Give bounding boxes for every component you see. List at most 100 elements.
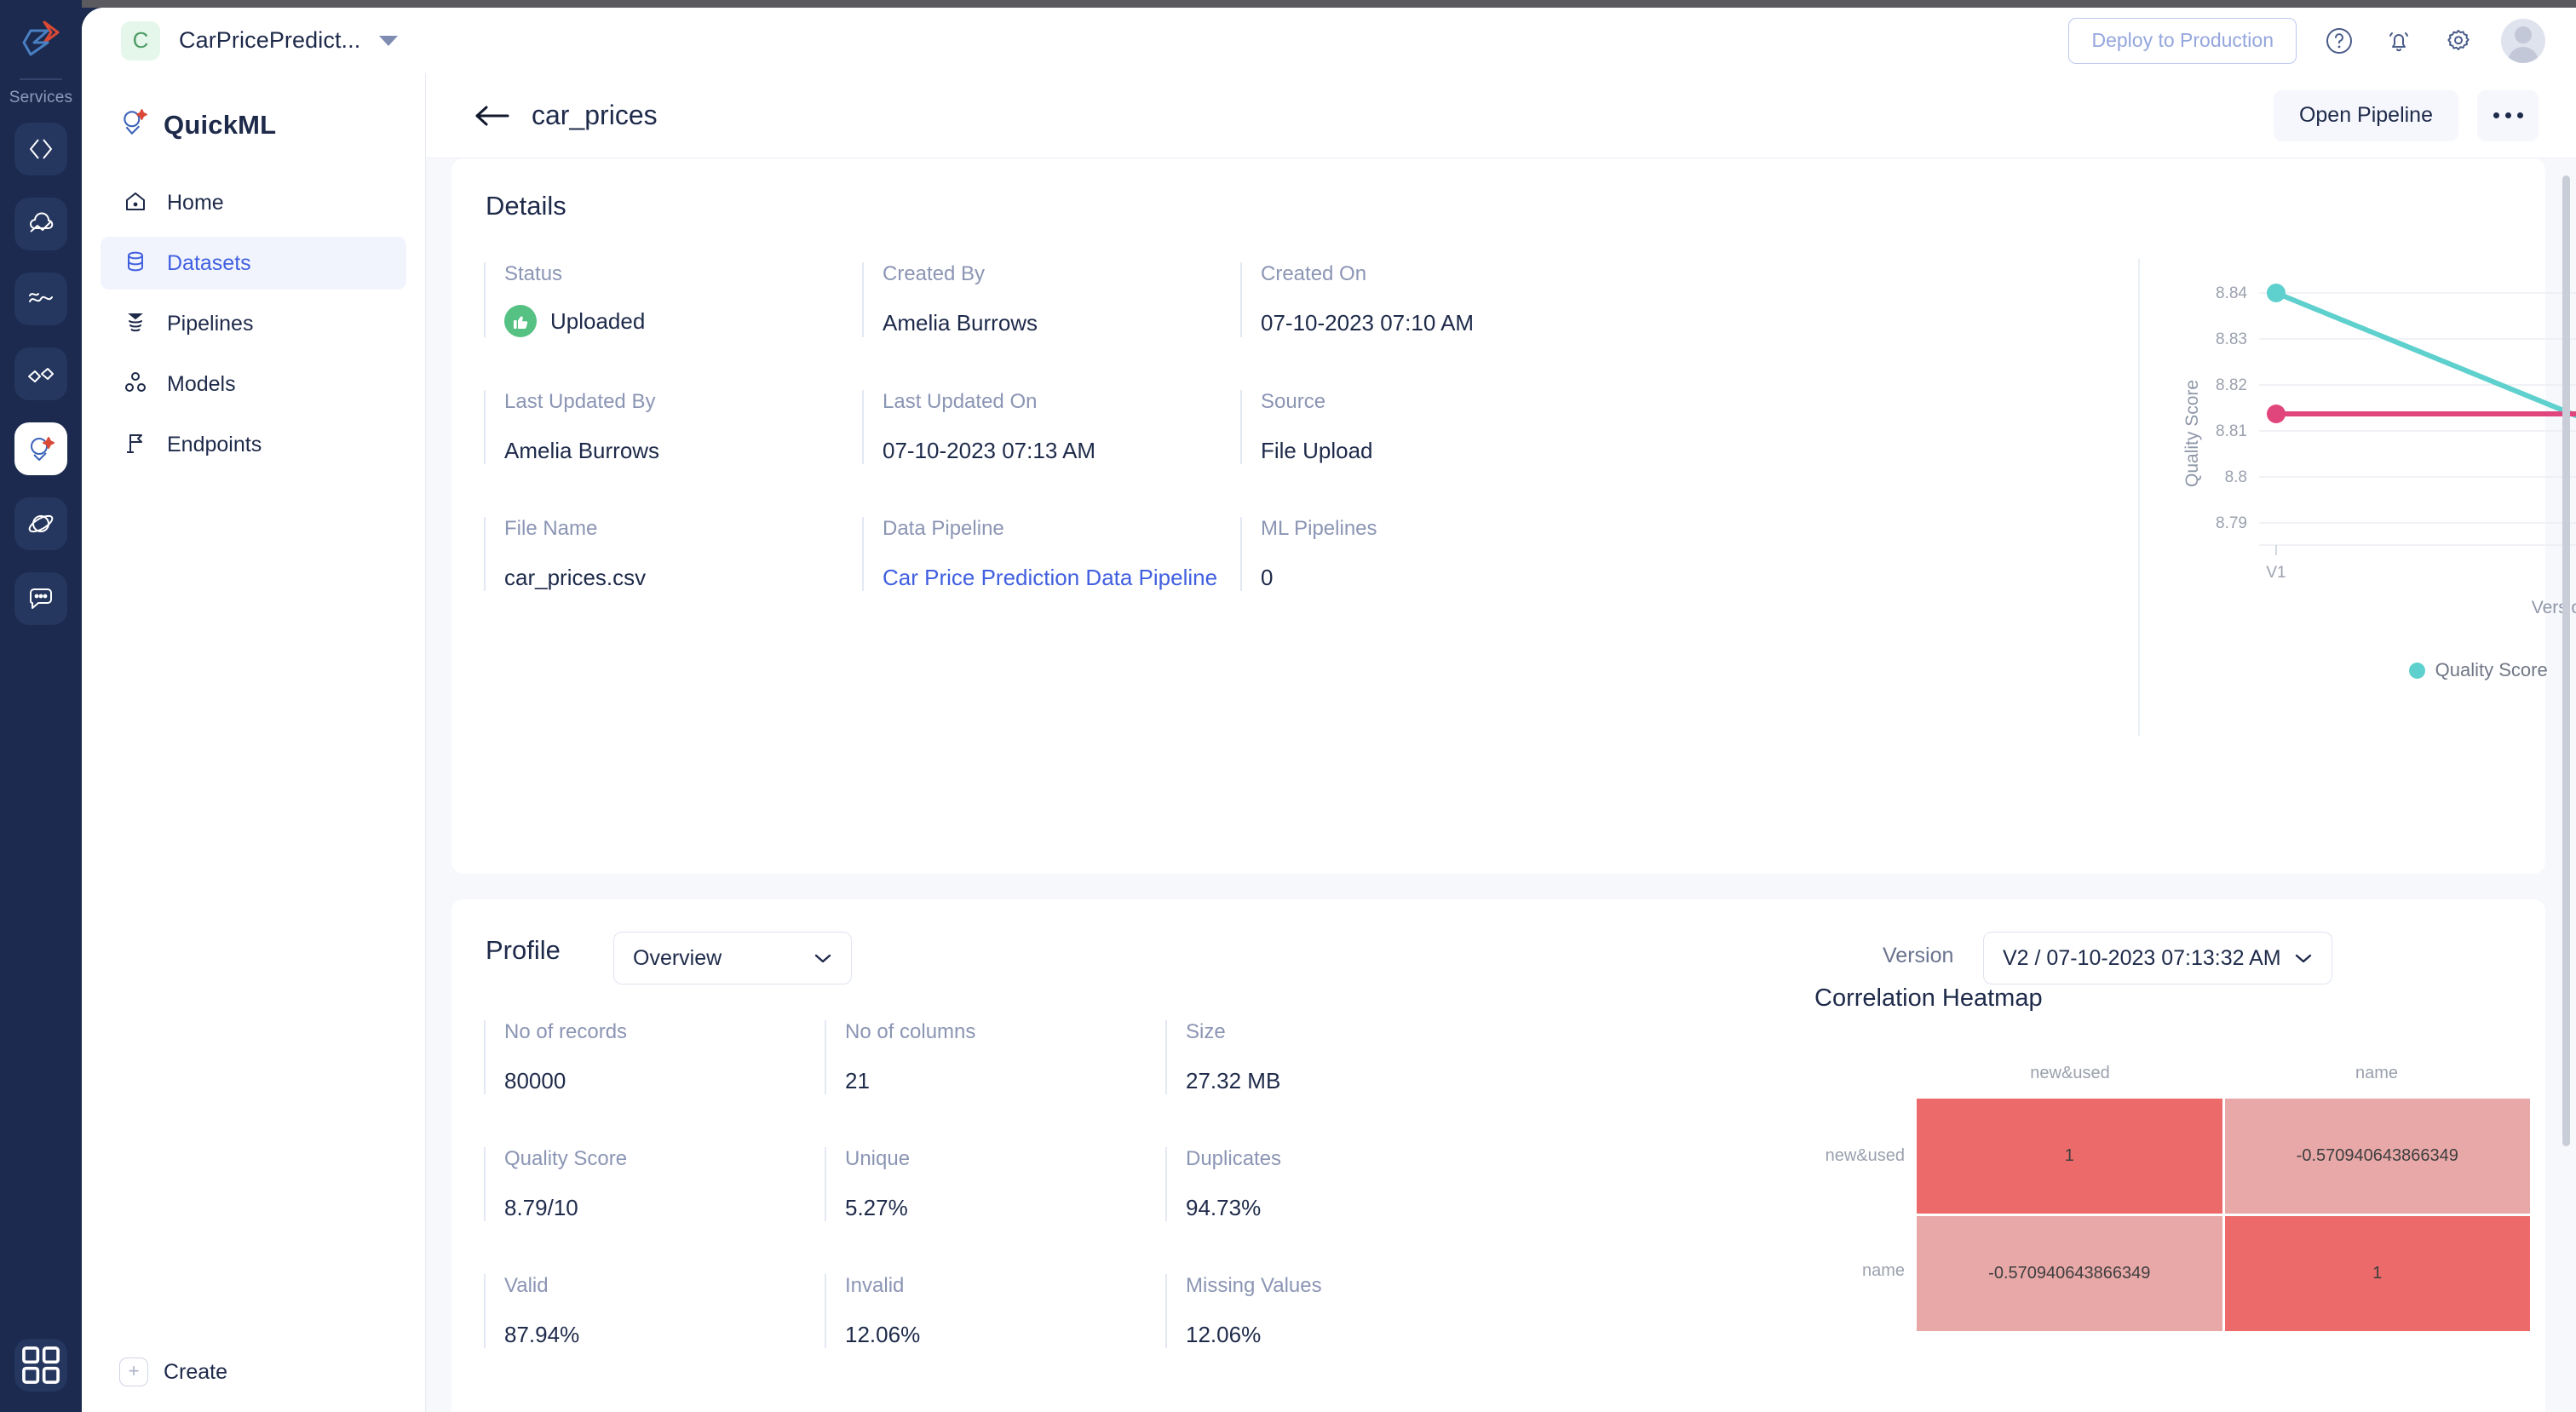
heatmap-cell[interactable]: 1 [1917, 1099, 2222, 1214]
chart-x-axis-label: Versions [2531, 598, 2576, 617]
detail-value: File Upload [1261, 438, 1373, 463]
stat-value: 5.27% [845, 1195, 908, 1220]
page-header-actions: Open Pipeline [2273, 89, 2539, 141]
heatmap-body: new&used name 1 -0.570940643866349 -0.57… [1814, 1099, 2530, 1334]
detail-value: Amelia Burrows [504, 438, 660, 463]
flow-service-icon[interactable] [14, 273, 67, 325]
sidebar-item-home[interactable]: Home [101, 176, 406, 229]
heatmap-row-label: new&used [1825, 1146, 1905, 1165]
nodes-icon [123, 370, 148, 399]
legend-item-quality-score[interactable]: Quality Score [2408, 659, 2548, 681]
stat-value: 21 [845, 1068, 870, 1093]
data-pipeline-link[interactable]: Car Price Prediction Data Pipeline [883, 565, 1240, 591]
svg-text:8.83: 8.83 [2216, 330, 2247, 348]
heatmap-cell[interactable]: -0.570940643866349 [2224, 1099, 2530, 1214]
create-button[interactable]: + Create [119, 1357, 227, 1386]
chat-service-icon[interactable] [14, 572, 67, 625]
back-arrow-icon[interactable] [474, 103, 509, 129]
deploy-to-production-button[interactable]: Deploy to Production [2068, 17, 2297, 64]
user-avatar[interactable] [2501, 18, 2545, 63]
gear-icon[interactable] [2441, 24, 2475, 58]
create-label: Create [164, 1359, 228, 1384]
brand: QuickML [119, 107, 425, 142]
cloud-service-icon[interactable] [14, 198, 67, 250]
heatmap-cell[interactable]: 1 [2224, 1216, 2530, 1331]
details-row: Last Updated By Amelia Burrows Last Upda… [484, 390, 1619, 464]
svg-text:8.81: 8.81 [2216, 422, 2247, 440]
svg-text:8.8: 8.8 [2225, 468, 2247, 486]
brand-name: QuickML [164, 109, 277, 140]
apps-grid-icon[interactable] [14, 1339, 67, 1392]
page-title: car_prices [532, 100, 658, 130]
org-avatar: C [121, 20, 160, 60]
detail-source: Source File Upload [1240, 390, 1619, 464]
open-pipeline-button[interactable]: Open Pipeline [2273, 89, 2458, 141]
version-select[interactable]: V2 / 07-10-2023 07:13:32 AM [1983, 932, 2332, 984]
detail-label: File Name [504, 517, 598, 540]
detail-ml-pipelines: ML Pipelines 0 [1240, 517, 1619, 591]
company-logo-icon[interactable] [19, 19, 63, 66]
detail-label: Last Updated On [883, 390, 1038, 413]
profile-stats-row: Valid 87.94% Invalid 12.06% Missing Valu… [484, 1274, 1625, 1348]
network-service-icon[interactable] [14, 347, 67, 400]
profile-card: Profile Overview Version V2 / 07-10-2023… [451, 899, 2545, 1412]
code-service-icon[interactable] [14, 123, 67, 175]
main-content: car_prices Open Pipeline Details Status [426, 73, 2576, 1412]
stat-label: Duplicates [1186, 1147, 1282, 1170]
stat-no-of-records: No of records 80000 [484, 1020, 825, 1094]
app-window: C CarPricePredict... Deploy to Productio… [82, 8, 2576, 1412]
stat-label: Missing Values [1186, 1274, 1322, 1297]
more-actions-button[interactable] [2477, 89, 2539, 141]
sidebar-item-pipelines[interactable]: Pipelines [101, 297, 406, 350]
heatmap-row: 1 -0.570940643866349 [1917, 1099, 2530, 1214]
bell-icon[interactable] [2382, 24, 2416, 58]
page-header: car_prices Open Pipeline [426, 73, 2576, 158]
details-row: File Name car_prices.csv Data Pipeline C… [484, 517, 1619, 591]
detail-status: Status Uploaded [484, 262, 862, 337]
sidebar-item-datasets[interactable]: Datasets [101, 237, 406, 290]
heatmap-cell[interactable]: -0.570940643866349 [1917, 1216, 2222, 1331]
chart-canvas[interactable]: 8.84 8.83 8.82 8.81 8.8 8.79 80,000.04 8… [2140, 259, 2576, 600]
quickml-service-icon[interactable] [14, 422, 67, 475]
stat-value: 12.06% [1186, 1322, 1262, 1347]
detail-label: ML Pipelines [1261, 517, 1377, 540]
sidebar-item-label: Endpoints [167, 432, 262, 456]
org-switcher[interactable]: C CarPricePredict... [121, 20, 399, 60]
detail-last-updated-by: Last Updated By Amelia Burrows [484, 390, 862, 464]
svg-text:8.84: 8.84 [2216, 284, 2247, 302]
stat-quality-score: Quality Score 8.79/10 [484, 1147, 825, 1221]
thumbs-up-icon [504, 305, 537, 337]
detail-value: car_prices.csv [504, 565, 647, 590]
heatmap-col-label: name [2355, 1064, 2399, 1082]
sidebar-item-label: Datasets [167, 250, 251, 275]
sidebar-item-endpoints[interactable]: Endpoints [101, 418, 406, 471]
sidebar-item-models[interactable]: Models [101, 358, 406, 410]
vertical-scrollbar[interactable] [2562, 175, 2570, 1146]
header-actions: Deploy to Production [2068, 8, 2545, 73]
heatmap-row-headers: new&used name [1814, 1099, 1917, 1334]
org-name: CarPricePredict... [179, 27, 361, 53]
stat-value: 12.06% [845, 1322, 921, 1347]
detail-created-on: Created On 07-10-2023 07:10 AM [1240, 262, 1619, 337]
stat-size: Size 27.32 MB [1165, 1020, 1506, 1094]
top-header: C CarPricePredict... Deploy to Productio… [82, 8, 2576, 73]
heatmap-title: Correlation Heatmap [1814, 984, 2043, 1012]
stat-label: Invalid [845, 1274, 905, 1297]
correlation-heatmap: Correlation Heatmap new&used name new&us… [1814, 984, 2530, 1334]
detail-label: Source [1261, 390, 1326, 413]
stat-duplicates: Duplicates 94.73% [1165, 1147, 1506, 1221]
services-rail: Services [0, 0, 82, 1412]
stat-valid: Valid 87.94% [484, 1274, 825, 1348]
legend-swatch [2408, 662, 2425, 679]
profile-stats-row: No of records 80000 No of columns 21 Siz… [484, 1020, 1625, 1094]
sidebar-nav: Home Datasets Pipelines Models Endpoints [82, 176, 425, 471]
legend-label: Quality Score [2435, 659, 2548, 680]
help-icon[interactable] [2322, 24, 2356, 58]
profile-view-select[interactable]: Overview [613, 932, 852, 984]
orbit-service-icon[interactable] [14, 497, 67, 550]
detail-label: Created On [1261, 262, 1367, 285]
chevron-down-icon[interactable] [379, 35, 399, 46]
database-icon [123, 249, 148, 278]
window-top-strip [0, 0, 2576, 8]
svg-text:8.82: 8.82 [2216, 376, 2247, 394]
